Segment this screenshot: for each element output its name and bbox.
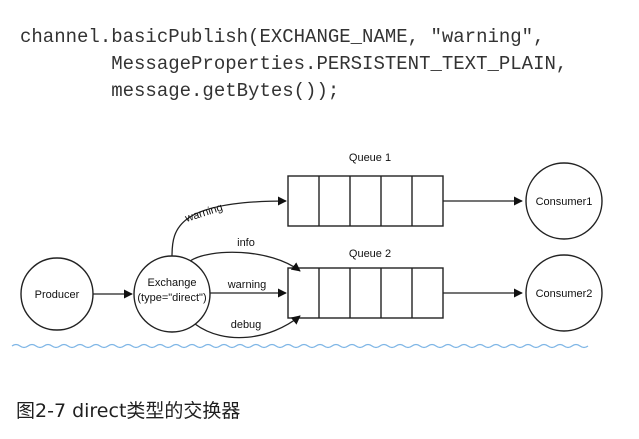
exchange-type-label: (type="direct") [137,292,206,304]
queue1 [287,175,444,227]
figure-caption: 图2-7 direct类型的交换器 [16,400,241,422]
route-warning-q2-label: warning [227,279,267,291]
producer-label: Producer [35,289,80,301]
direct-exchange-diagram: Producer Exchange (type="direct") Queue … [11,152,603,349]
code-snippet: channel.basicPublish(EXCHANGE_NAME, "war… [20,24,567,105]
route-info-label: info [237,237,255,249]
route-info-to-queue2 [189,251,301,272]
producer-node: Producer [20,257,94,331]
code-line-3: message.getBytes()); [20,80,340,102]
code-line-2: MessageProperties.PERSISTENT_TEXT_PLAIN, [20,53,568,75]
route-warning-to-queue1 [171,196,287,257]
consumer1-label: Consumer1 [536,196,593,208]
consumer2-label: Consumer2 [536,288,593,300]
queue1-label: Queue 1 [349,152,391,164]
exchange-node: Exchange (type="direct") [133,255,211,333]
consumer1-node: Consumer1 [525,162,603,240]
exchange-label: Exchange [148,277,197,289]
route-warning-q1-label: warning [183,201,224,225]
route-debug-label: debug [231,319,262,331]
queue2 [287,267,444,319]
wavy-divider [11,343,589,349]
queue2-label: Queue 2 [349,248,391,260]
code-line-1: channel.basicPublish(EXCHANGE_NAME, "war… [20,26,545,48]
consumer2-node: Consumer2 [525,254,603,332]
